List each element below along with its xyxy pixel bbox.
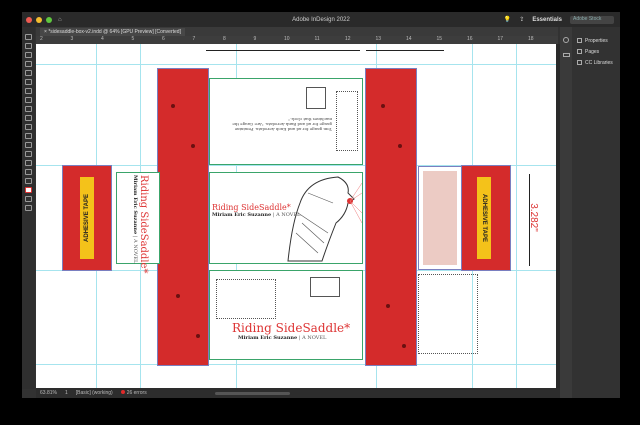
pencil-tool[interactable] bbox=[25, 97, 32, 103]
back-subtitle: | A NOVEL bbox=[298, 335, 327, 341]
ruler-tick: 10 bbox=[284, 36, 290, 42]
horizontal-ruler[interactable]: 2 3 4 5 6 7 8 9 10 11 12 13 14 15 16 17 18 bbox=[36, 36, 558, 44]
panel-label: Properties bbox=[585, 37, 608, 44]
spine-author: Miriam Eric Suzanne bbox=[132, 175, 138, 235]
scissors-tool[interactable] bbox=[25, 124, 32, 130]
indesign-window: ⌂ Adobe InDesign 2022 💡 ⇪ Essentials Ado… bbox=[22, 12, 620, 398]
properties-icon bbox=[577, 38, 582, 43]
document-tab-label: *sidesaddle-box-v2.indd @ 64% [GPU Previ… bbox=[48, 29, 181, 35]
adhesive-tape-right: ADHESIVE TAPE bbox=[477, 177, 491, 259]
spine-panel[interactable]: Riding SideSaddle* Miriam Eric Suzanne |… bbox=[116, 172, 160, 273]
width-dimension-line bbox=[206, 50, 360, 51]
panels-dock: Properties Pages CC Libraries bbox=[573, 27, 620, 398]
rectangle-tool[interactable] bbox=[25, 115, 32, 121]
error-icon bbox=[120, 390, 125, 394]
stock-search-input[interactable]: Adobe Stock bbox=[570, 15, 614, 24]
bottom-panel[interactable]: Riding SideSaddle* Miriam Eric Suzanne |… bbox=[209, 270, 363, 360]
pen-tool[interactable] bbox=[25, 88, 32, 94]
pages-panel-icon[interactable] bbox=[562, 53, 570, 57]
preflight-errors[interactable]: 26 errors bbox=[120, 390, 147, 396]
top-flap-panel[interactable]: Tom gauge for ad and Knob Aerodata. Femi… bbox=[209, 78, 363, 165]
ruler-tick: 17 bbox=[497, 36, 504, 42]
eyedropper-tool[interactable] bbox=[25, 160, 32, 166]
zoom-level[interactable]: 63.81% bbox=[40, 390, 57, 396]
ruler-tick: 16 bbox=[467, 36, 473, 42]
flap-text: Tom gauge for ad and Knob Aerodata. Femi… bbox=[232, 117, 332, 132]
adhesive-tape-left: ADHESIVE TAPE bbox=[80, 177, 94, 259]
gap-tool[interactable] bbox=[25, 61, 32, 67]
page-number[interactable]: 1 bbox=[65, 390, 68, 396]
screen-mode-icon[interactable] bbox=[25, 205, 32, 211]
panel-icon-strip bbox=[560, 27, 572, 398]
ruler-tick: 14 bbox=[406, 36, 412, 42]
pages-icon bbox=[577, 49, 582, 54]
ruler-tick: 6 bbox=[162, 36, 165, 42]
line-tool[interactable] bbox=[25, 79, 32, 85]
fill-stroke-swatch[interactable] bbox=[25, 187, 32, 193]
rectangle-frame-tool[interactable] bbox=[25, 106, 32, 112]
direct-selection-tool[interactable] bbox=[25, 43, 32, 49]
ruler-tick: 2 bbox=[40, 36, 43, 42]
document-tab-bar: × *sidesaddle-box-v2.indd @ 64% [GPU Pre… bbox=[36, 27, 558, 36]
zoom-tool[interactable] bbox=[25, 178, 32, 184]
spine-subtitle: | A NOVEL bbox=[132, 235, 138, 264]
document-canvas[interactable]: ADHESIVE TAPE ADHESIVE TAPE Tom gauge fo… bbox=[36, 44, 556, 388]
ruler-tick: 11 bbox=[314, 36, 320, 42]
ruler-tick: 15 bbox=[436, 36, 443, 42]
panel-pages[interactable]: Pages bbox=[573, 46, 620, 57]
workspace-switcher[interactable]: Essentials bbox=[532, 17, 562, 23]
gradient-tool[interactable] bbox=[25, 142, 32, 148]
ruler-tick: 9 bbox=[253, 36, 257, 42]
panel-label: Pages bbox=[585, 48, 600, 55]
front-author: Miriam Eric Suzanne bbox=[212, 212, 272, 218]
status-bar: 63.81% 1 [Basic] (working) 26 errors bbox=[36, 388, 560, 398]
lightbulb-icon[interactable]: 💡 bbox=[504, 16, 511, 23]
type-tool[interactable] bbox=[25, 70, 32, 76]
panel-cc-libraries[interactable]: CC Libraries bbox=[573, 57, 620, 68]
panel-properties[interactable]: Properties bbox=[573, 35, 620, 46]
ruler-tick: 7 bbox=[192, 36, 196, 42]
tools-panel bbox=[22, 27, 35, 389]
properties-panel-icon[interactable] bbox=[563, 37, 569, 43]
ruler-tick: 12 bbox=[345, 36, 351, 42]
spine-title: Riding SideSaddle* bbox=[138, 175, 149, 274]
front-cover-panel[interactable]: Riding SideSaddle* Miriam Eric Suzanne |… bbox=[209, 172, 363, 264]
cc-libraries-icon bbox=[577, 60, 582, 65]
ruler-tick: 5 bbox=[131, 36, 135, 42]
ruler-tick: 3 bbox=[70, 36, 74, 42]
preflight-profile[interactable]: [Basic] (working) bbox=[76, 390, 113, 396]
panel-label: CC Libraries bbox=[585, 59, 613, 66]
ruler-tick: 18 bbox=[528, 36, 534, 42]
apply-none-icon[interactable] bbox=[25, 196, 32, 202]
ruler-tick: 8 bbox=[223, 36, 226, 42]
error-count: 26 errors bbox=[126, 390, 147, 396]
note-tool[interactable] bbox=[25, 151, 32, 157]
hand-tool[interactable] bbox=[25, 169, 32, 175]
back-author: Miriam Eric Suzanne bbox=[238, 335, 298, 341]
share-icon[interactable]: ⇪ bbox=[519, 16, 524, 23]
circuit-diagram bbox=[418, 274, 478, 354]
transform-tool[interactable] bbox=[25, 133, 32, 139]
right-side-panel[interactable] bbox=[365, 68, 417, 366]
height-dimension-label: 3.282" bbox=[527, 203, 539, 232]
anatomical-illustration bbox=[287, 176, 362, 262]
flap-dimension-line bbox=[366, 50, 444, 51]
horizontal-scrollbar[interactable] bbox=[214, 391, 290, 395]
inner-flap[interactable] bbox=[418, 166, 462, 270]
back-title: Riding SideSaddle* bbox=[232, 321, 351, 335]
selection-tool[interactable] bbox=[25, 34, 32, 40]
ruler-tick: 13 bbox=[375, 36, 382, 42]
title-bar: ⌂ Adobe InDesign 2022 💡 ⇪ Essentials Ado… bbox=[22, 12, 620, 27]
left-side-panel[interactable] bbox=[157, 68, 209, 366]
page-tool[interactable] bbox=[25, 52, 32, 58]
ruler-tick: 4 bbox=[101, 36, 104, 42]
document-tab[interactable]: × *sidesaddle-box-v2.indd @ 64% [GPU Pre… bbox=[40, 28, 185, 36]
